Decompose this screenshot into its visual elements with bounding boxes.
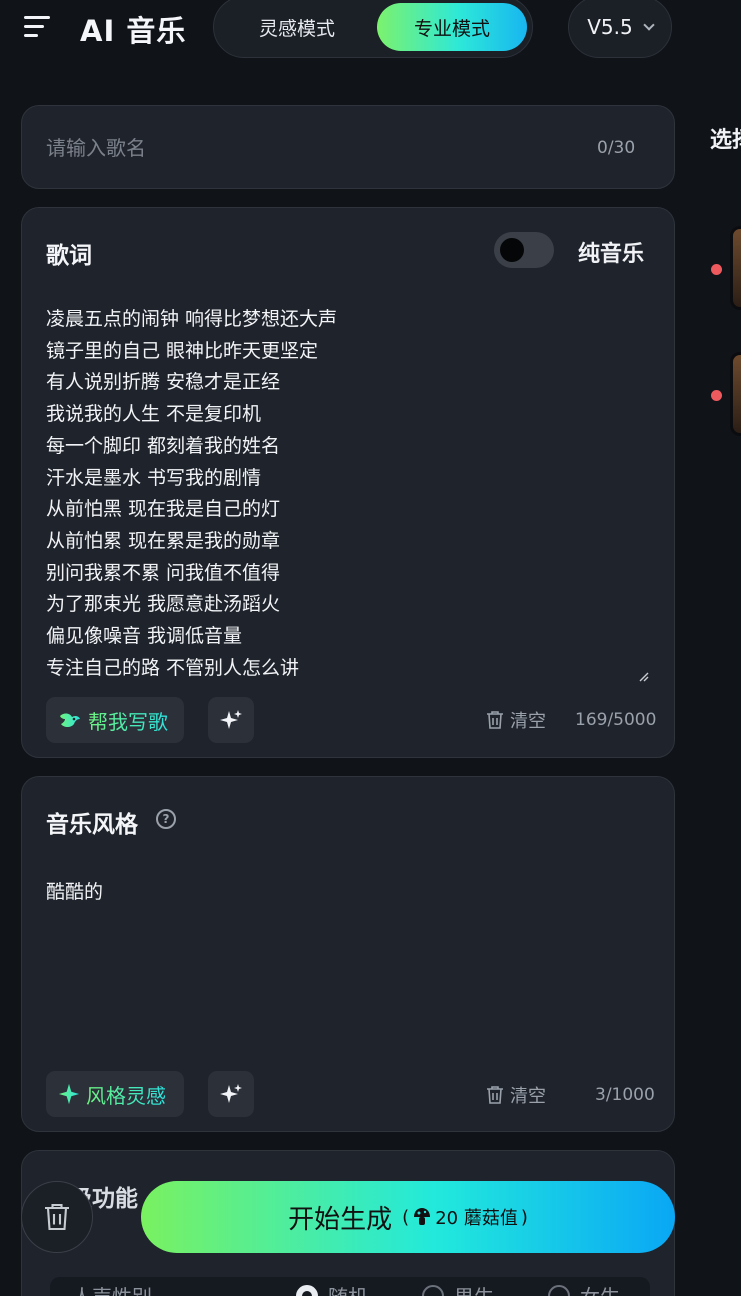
music-style-card: 音乐风格 ? 酷酷的 风格灵感 清空 3/1000 bbox=[21, 776, 675, 1132]
song-name-counter: 0/30 bbox=[597, 138, 636, 158]
mode-switch: 灵感模式 专业模式 bbox=[213, 0, 533, 58]
pure-music-label: 纯音乐 bbox=[578, 242, 645, 267]
trash-icon bbox=[487, 1086, 503, 1104]
generate-label: 开始生成 bbox=[288, 1204, 393, 1235]
status-dot bbox=[711, 264, 722, 275]
app-title: AI 音乐 bbox=[80, 14, 187, 48]
lyrics-line: 从前怕黑 现在我是自己的灯 bbox=[46, 498, 281, 521]
ai-sparkle-button[interactable] bbox=[208, 697, 254, 743]
sparkle-icon bbox=[58, 1083, 80, 1105]
cost-close-paren: ) bbox=[520, 1206, 528, 1228]
lyrics-line: 有人说别折腾 安稳才是正经 bbox=[46, 371, 281, 394]
pure-music-toggle[interactable] bbox=[494, 232, 554, 268]
lyrics-clear-button[interactable]: 清空 bbox=[486, 707, 546, 733]
option-male: 男生 bbox=[454, 1281, 494, 1296]
cost-value: 20 蘑菇值 bbox=[435, 1208, 518, 1229]
song-name-card: 0/30 bbox=[21, 105, 675, 189]
lyrics-line: 凌晨五点的闹钟 响得比梦想还大声 bbox=[46, 308, 338, 330]
music-style-title: 音乐风格 bbox=[46, 812, 138, 838]
generate-cost: ( 20 蘑菇值 ) bbox=[402, 1204, 528, 1230]
trash-icon bbox=[45, 1203, 69, 1231]
radio-male[interactable] bbox=[422, 1285, 444, 1296]
lyrics-textarea[interactable]: 凌晨五点的闹钟 响得比梦想还大声 镜子里的自己 眼神比昨天更坚定 有人说别折腾 … bbox=[46, 304, 646, 684]
lyrics-line: 为了那束光 我愿意赴汤蹈火 bbox=[46, 593, 281, 616]
style-clear-button[interactable]: 清空 bbox=[486, 1082, 546, 1108]
lyrics-title: 歌词 bbox=[46, 243, 92, 269]
tab-inspiration-mode[interactable]: 灵感模式 bbox=[222, 3, 372, 51]
lyrics-line: 镜子里的自己 眼神比昨天更坚定 bbox=[46, 339, 319, 362]
style-clear-label: 清空 bbox=[510, 1086, 546, 1107]
option-random: 随机 bbox=[328, 1281, 368, 1296]
mushroom-icon bbox=[414, 1208, 431, 1225]
lyrics-clear-label: 清空 bbox=[510, 711, 546, 732]
vocal-gender-label: 人声性别 bbox=[72, 1281, 152, 1296]
generate-button[interactable]: 开始生成 ( 20 蘑菇值 ) bbox=[141, 1181, 675, 1253]
song-thumbnail[interactable] bbox=[730, 352, 741, 436]
lyrics-line: 专注自己的路 不管别人怎么讲 bbox=[46, 656, 300, 679]
lyrics-line: 汗水是墨水 书写我的剧情 bbox=[46, 466, 262, 489]
music-style-input[interactable]: 酷酷的 bbox=[46, 877, 103, 904]
discard-button[interactable] bbox=[21, 1181, 93, 1253]
help-icon[interactable]: ? bbox=[156, 809, 176, 829]
lyrics-line: 我说我的人生 不是复印机 bbox=[46, 403, 262, 426]
cost-open-paren: ( bbox=[402, 1206, 410, 1228]
lyrics-counter: 169/5000 bbox=[575, 710, 657, 730]
song-thumbnail[interactable] bbox=[730, 226, 741, 310]
tab-pro-mode[interactable]: 专业模式 bbox=[377, 3, 527, 51]
lyrics-line: 从前怕累 现在累是我的勋章 bbox=[46, 529, 281, 552]
trash-icon bbox=[487, 711, 503, 729]
lyrics-line: 每一个脚印 都刻着我的姓名 bbox=[46, 434, 281, 457]
chevron-down-icon bbox=[643, 18, 655, 31]
menu-icon[interactable] bbox=[24, 16, 52, 40]
radio-female[interactable] bbox=[548, 1285, 570, 1296]
side-panel-title: 选择 bbox=[710, 128, 741, 153]
bird-icon bbox=[60, 713, 80, 727]
help-write-label: 帮我写歌 bbox=[88, 706, 168, 735]
song-name-input[interactable] bbox=[46, 130, 566, 166]
style-inspire-label: 风格灵感 bbox=[86, 1080, 166, 1109]
lyrics-line: 偏见像噪音 我调低音量 bbox=[46, 625, 243, 648]
sparkle-icon bbox=[220, 710, 242, 729]
option-female: 女生 bbox=[580, 1281, 620, 1296]
radio-random[interactable] bbox=[296, 1285, 318, 1296]
version-label: V5.5 bbox=[587, 15, 633, 39]
vocal-gender-row: 人声性别 随机 男生 女生 bbox=[50, 1277, 650, 1296]
style-counter: 3/1000 bbox=[595, 1085, 655, 1105]
toggle-knob bbox=[500, 238, 524, 262]
lyrics-card: 歌词 纯音乐 凌晨五点的闹钟 响得比梦想还大声 镜子里的自己 眼神比昨天更坚定 … bbox=[21, 207, 675, 758]
status-dot bbox=[711, 390, 722, 401]
version-select[interactable]: V5.5 bbox=[568, 0, 672, 58]
resize-grip-icon[interactable] bbox=[637, 670, 649, 682]
help-write-button[interactable]: 帮我写歌 bbox=[46, 697, 184, 743]
top-bar: AI 音乐 灵感模式 专业模式 V5.5 bbox=[0, 0, 741, 58]
sparkle-icon bbox=[220, 1084, 242, 1103]
ai-sparkle-button[interactable] bbox=[208, 1071, 254, 1117]
style-inspire-button[interactable]: 风格灵感 bbox=[46, 1071, 184, 1117]
lyrics-line: 别问我累不累 问我值不值得 bbox=[46, 561, 281, 584]
